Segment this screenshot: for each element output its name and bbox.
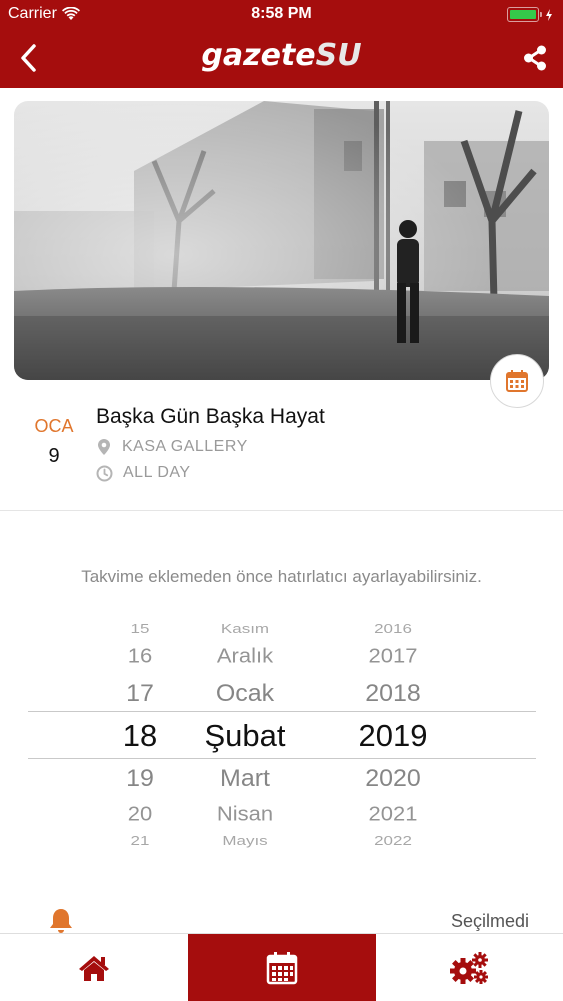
navigation-bar: gazeteSU [0, 30, 563, 88]
picker-year-option[interactable]: 2020 [333, 765, 453, 791]
reminder-status[interactable]: Seçilmedi [451, 911, 529, 932]
share-button[interactable] [515, 38, 555, 78]
reminder-hint: Takvime eklemeden önce hatırlatıcı ayarl… [81, 567, 482, 586]
picker-year-option[interactable]: 2021 [333, 803, 453, 824]
picker-month-option[interactable]: Aralık [175, 645, 315, 666]
picker-year-option[interactable]: 2017 [333, 645, 453, 666]
calendar-icon [506, 370, 528, 392]
add-to-calendar-button[interactable] [490, 354, 544, 408]
divider [0, 510, 563, 511]
picker-year-option[interactable]: 2018 [333, 680, 453, 706]
picker-month-option[interactable]: Mart [175, 765, 315, 791]
picker-year-option[interactable]: 2016 [333, 621, 453, 634]
tab-home[interactable] [0, 934, 188, 1001]
picker-selection-top-line [28, 711, 536, 712]
picker-selection-bottom-line [28, 758, 536, 759]
event-image [14, 101, 549, 380]
home-icon [79, 955, 109, 981]
picker-month-option[interactable]: Ocak [175, 680, 315, 706]
picker-day-option[interactable]: 17 [100, 680, 180, 706]
picker-month-option[interactable]: Kasım [175, 621, 315, 634]
event-title: Başka Gün Başka Hayat [96, 405, 325, 428]
event-time: ALL DAY [96, 464, 191, 482]
event-location-label: KASA GALLERY [122, 438, 248, 455]
event-day: 9 [48, 445, 60, 467]
app-logo: gazeteSU [0, 38, 563, 73]
battery-icon [507, 7, 553, 22]
tab-settings[interactable] [375, 934, 563, 1001]
picker-day-option[interactable]: 19 [100, 765, 180, 791]
event-date: OCA 9 [24, 416, 84, 468]
gears-icon [450, 951, 488, 984]
event-location: KASA GALLERY [96, 438, 248, 456]
picker-year-option[interactable]: 2019 [333, 720, 453, 751]
tab-calendar[interactable] [188, 934, 376, 1001]
clock-icon [96, 465, 113, 481]
status-bar: Carrier 8:58 PM [0, 0, 563, 30]
picker-month-option[interactable]: Mayıs [175, 833, 315, 846]
picker-year-option[interactable]: 2022 [333, 833, 453, 846]
logo-main: gazete [201, 38, 316, 73]
tab-bar [0, 933, 563, 1001]
event-time-label: ALL DAY [123, 464, 191, 481]
picker-day-option[interactable]: 20 [100, 803, 180, 824]
share-icon [524, 45, 546, 71]
picker-day-option[interactable]: 21 [100, 833, 180, 846]
picker-day-option[interactable]: 18 [100, 720, 180, 751]
location-pin-icon [98, 439, 110, 455]
event-month: OCA [34, 416, 74, 436]
reminder-date-picker[interactable]: 15 16 17 18 19 20 21 Kasım Aralık Ocak Şubat Mart Ni… [0, 610, 563, 860]
picker-day-option[interactable]: 16 [100, 645, 180, 666]
logo-accent: SU [315, 38, 362, 73]
picker-month-option[interactable]: Nisan [175, 803, 315, 824]
picker-month-option[interactable]: Şubat [175, 720, 315, 751]
clock: 8:58 PM [251, 5, 312, 22]
picker-day-option[interactable]: 15 [100, 621, 180, 634]
calendar-icon [266, 951, 298, 984]
